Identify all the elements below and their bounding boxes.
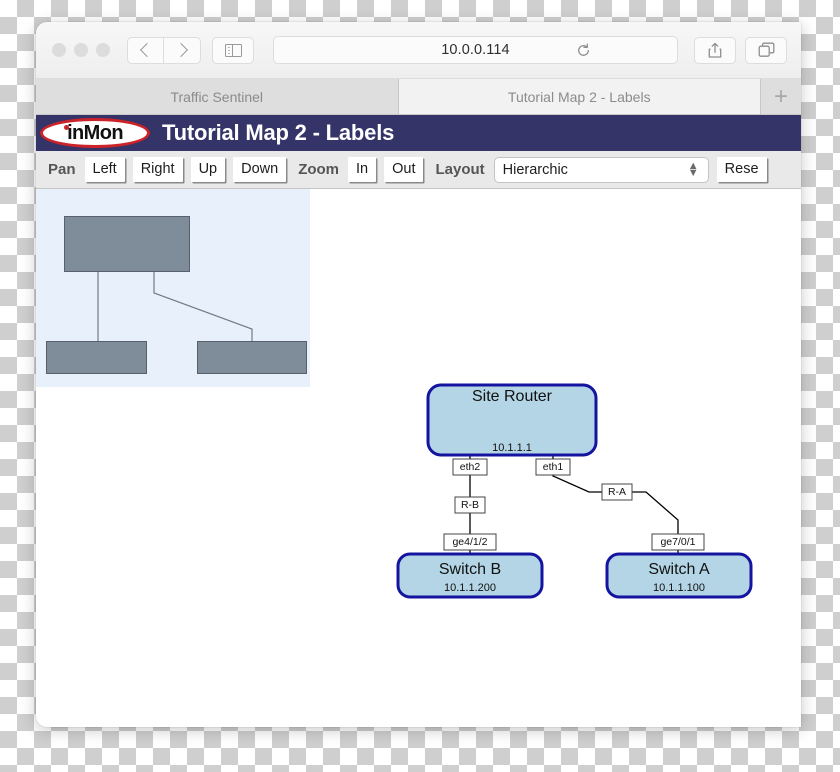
node-ip: 10.1.1.1: [492, 442, 532, 454]
tab-label: Tutorial Map 2 - Labels: [507, 88, 651, 105]
edge-label-eth1[interactable]: eth1: [535, 458, 571, 476]
zoom-label: Zoom: [298, 161, 340, 178]
node-ip: 10.1.1.100: [653, 582, 705, 594]
edge-label-ge4-1-2[interactable]: ge4/1/2: [443, 533, 497, 551]
minimize-button[interactable]: [74, 43, 88, 57]
edge-label-eth2[interactable]: eth2: [452, 458, 488, 476]
edge-label-text: ge4/1/2: [452, 536, 487, 548]
browser-window: 10.0.0.114 Traffic Sentinel Tutorial Map…: [36, 22, 801, 727]
network-topology-graph[interactable]: Site Router 10.1.1.1 Switch B 10.1.1.200…: [36, 189, 801, 727]
sidebar-toggle-icon: [224, 43, 242, 57]
node-site-router[interactable]: Site Router 10.1.1.1: [426, 383, 598, 457]
edge-label-r-b[interactable]: R-B: [454, 496, 486, 514]
url-text: 10.0.0.114: [441, 42, 510, 58]
reset-button[interactable]: Rese: [716, 157, 767, 182]
sidebar-toggle-button[interactable]: [212, 36, 254, 64]
pan-right-button[interactable]: Right: [132, 157, 183, 182]
node-name: Site Router: [472, 388, 553, 405]
zoom-in-button[interactable]: In: [348, 157, 377, 182]
forward-button[interactable]: [164, 36, 201, 64]
edge-label-text: eth2: [460, 461, 481, 473]
pan-down-button[interactable]: Down: [233, 157, 287, 182]
tab-label: Traffic Sentinel: [170, 88, 264, 105]
edge-label-text: ge7/0/1: [660, 536, 695, 548]
inmon-logo: inMon: [40, 118, 150, 148]
plus-icon: +: [773, 82, 788, 110]
node-switch-b[interactable]: Switch B 10.1.1.200: [396, 552, 544, 599]
chevron-updown-icon: ▲ ▼: [687, 159, 699, 179]
edge-label-text: R-A: [608, 486, 626, 498]
pan-label: Pan: [48, 161, 76, 178]
tab-bar: Traffic Sentinel Tutorial Map 2 - Labels…: [36, 79, 801, 115]
node-ip: 10.1.1.200: [444, 582, 496, 594]
chevron-right-icon: [173, 42, 188, 58]
edge-label-text: R-B: [461, 499, 479, 511]
zoom-out-button[interactable]: Out: [384, 157, 424, 182]
node-switch-a[interactable]: Switch A 10.1.1.100: [605, 552, 753, 599]
edge-label-text: eth1: [543, 461, 564, 473]
reload-icon[interactable]: [576, 42, 591, 58]
node-name: Switch A: [648, 561, 710, 578]
tab-overview-icon: [758, 42, 774, 57]
maximize-button[interactable]: [96, 43, 110, 57]
navigation-buttons: [127, 36, 201, 64]
new-tab-button[interactable]: +: [761, 79, 801, 114]
logo-dot-icon: [64, 125, 69, 130]
window-traffic-lights: [52, 43, 110, 57]
tabs-overview-button[interactable]: [745, 36, 787, 64]
share-icon: [708, 42, 722, 58]
page-title: Tutorial Map 2 - Labels: [162, 120, 395, 145]
pan-up-button[interactable]: Up: [190, 157, 226, 182]
map-control-bar: Pan Left Right Up Down Zoom In Out Layou…: [36, 151, 801, 189]
toolbar-right-buttons: [694, 36, 787, 64]
chevron-left-icon: [139, 42, 155, 58]
app-header: inMon Tutorial Map 2 - Labels: [36, 115, 801, 151]
layout-select-value: Hierarchic: [502, 161, 568, 178]
tab-traffic-sentinel[interactable]: Traffic Sentinel: [36, 79, 399, 114]
map-canvas[interactable]: Site Router 10.1.1.1 Switch B 10.1.1.200…: [36, 189, 801, 727]
node-name: Switch B: [439, 561, 501, 578]
address-bar[interactable]: 10.0.0.114: [273, 36, 678, 64]
browser-toolbar: 10.0.0.114: [36, 22, 801, 79]
layout-select[interactable]: Hierarchic ▲ ▼: [493, 156, 709, 183]
inmon-logo-text: inMon: [67, 121, 123, 144]
edge-label-ge7-0-1[interactable]: ge7/0/1: [651, 533, 705, 551]
pan-left-button[interactable]: Left: [84, 157, 125, 182]
layout-label: Layout: [435, 161, 485, 178]
tab-tutorial-map-2-labels[interactable]: Tutorial Map 2 - Labels: [398, 79, 761, 114]
graph-edges: [469, 455, 679, 555]
share-button[interactable]: [694, 36, 736, 64]
close-button[interactable]: [52, 43, 66, 57]
edge-label-r-a[interactable]: R-A: [601, 483, 633, 501]
back-button[interactable]: [127, 36, 164, 64]
